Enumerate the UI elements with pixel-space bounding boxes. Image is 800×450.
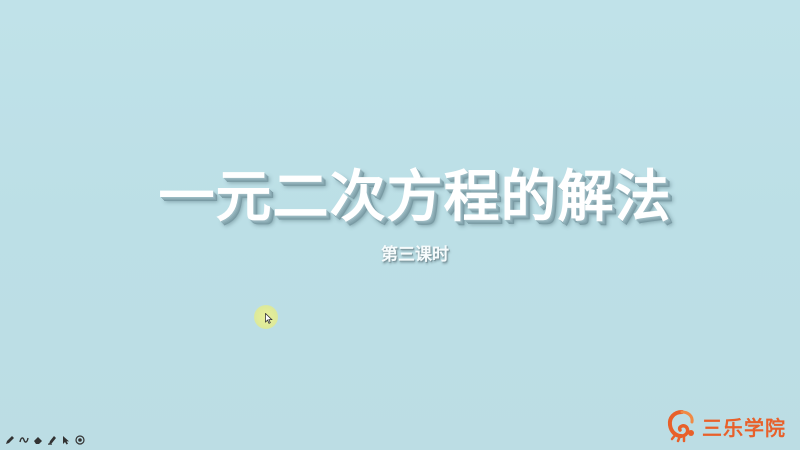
annotation-toolbar <box>4 434 85 446</box>
pointer-tool-button[interactable] <box>60 435 71 446</box>
brand-logo-text: 三乐学院 <box>702 415 786 440</box>
record-tool-button[interactable] <box>74 435 85 446</box>
brand-logo: 三乐学院 <box>664 408 786 444</box>
record-icon <box>74 435 85 445</box>
mouse-cursor-icon <box>265 313 273 324</box>
sanle-logo-icon <box>667 410 694 443</box>
slide-subtitle: 第三课时 <box>381 245 449 265</box>
presentation-slide: 一元二次方程的解法 第三课时 三乐学院 <box>0 0 800 450</box>
slide-title: 一元二次方程的解法 <box>158 165 672 230</box>
freehand-tool-button[interactable] <box>18 435 29 446</box>
freehand-icon <box>18 437 29 443</box>
eraser-icon <box>33 437 42 444</box>
highlighter-icon <box>47 436 56 445</box>
eraser-tool-button[interactable] <box>32 435 43 446</box>
highlighter-tool-button[interactable] <box>46 435 57 446</box>
pen-tool-button[interactable] <box>4 435 15 446</box>
pen-icon <box>5 436 14 444</box>
pointer-icon <box>62 436 69 445</box>
